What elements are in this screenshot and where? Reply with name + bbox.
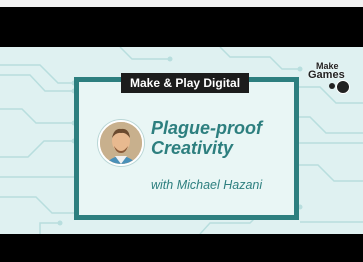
presenter-byline: with Michael Hazani xyxy=(151,178,263,192)
make-games-logo: Make Games xyxy=(306,61,354,94)
video-title: Plague-proof Creativity xyxy=(151,118,291,158)
presenter-photo-icon xyxy=(100,122,142,164)
video-title-line-2: Creativity xyxy=(151,138,234,158)
video-thumbnail[interactable]: Make & Play Digital Plague-proof Creativ… xyxy=(0,47,363,234)
gamepad-icon xyxy=(336,80,350,94)
logo-games-text: Games xyxy=(308,69,345,81)
video-title-line-1: Plague-proof xyxy=(151,118,262,138)
video-player[interactable]: Make & Play Digital Plague-proof Creativ… xyxy=(0,7,363,262)
series-badge: Make & Play Digital xyxy=(121,73,250,93)
title-card: Make & Play Digital Plague-proof Creativ… xyxy=(74,73,299,220)
presenter-avatar xyxy=(98,120,144,166)
logo-dot-icon xyxy=(329,83,335,89)
